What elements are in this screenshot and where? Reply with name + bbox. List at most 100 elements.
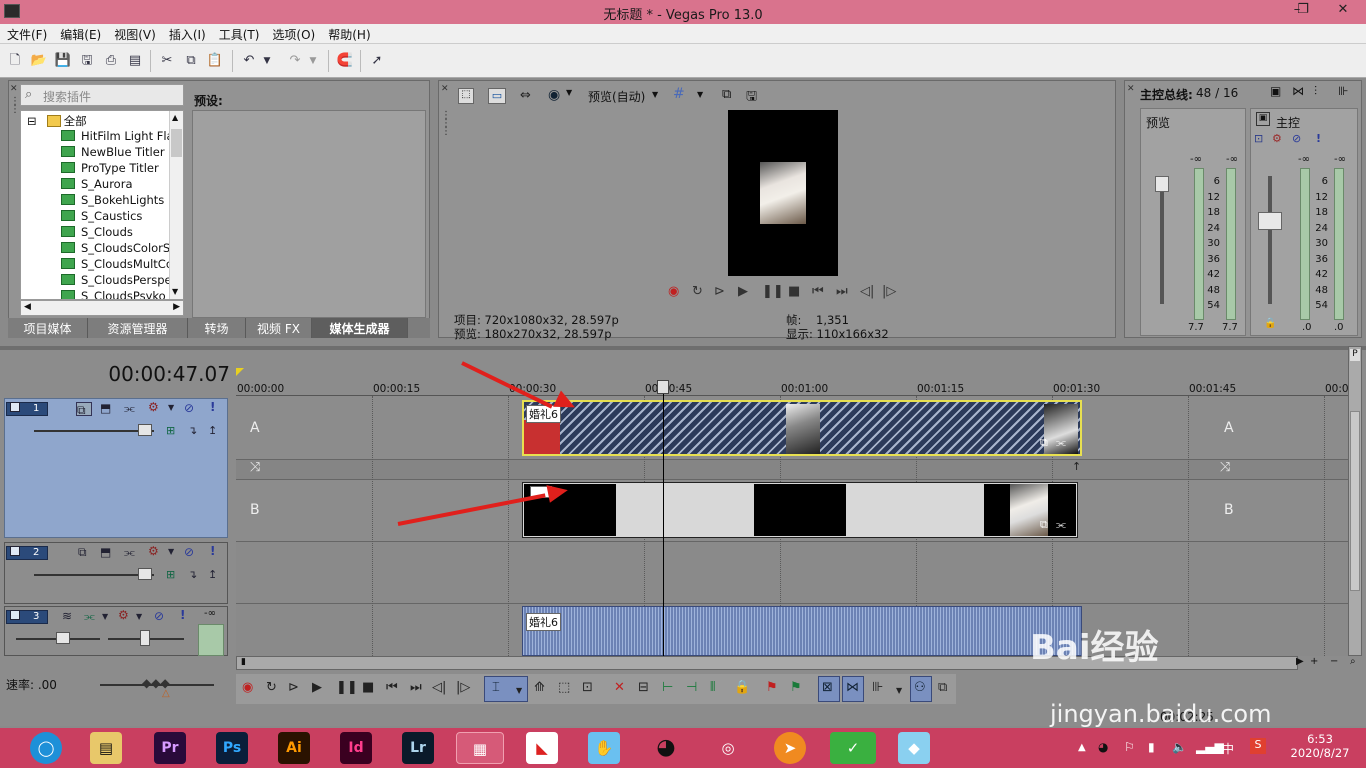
gear-icon[interactable]: ⚙ bbox=[1272, 132, 1282, 145]
clip-fx-icon[interactable]: ⫘ bbox=[1056, 436, 1066, 450]
play-from-start-icon[interactable]: ⊳ bbox=[288, 680, 299, 695]
composite-mode-icon[interactable]: ⧉ bbox=[76, 402, 92, 417]
envelope-tool-icon[interactable]: ⟰ bbox=[534, 680, 545, 695]
panel-close-icon[interactable]: ✕ bbox=[1127, 84, 1135, 94]
volume-slider-knob[interactable] bbox=[56, 632, 70, 644]
menu-insert[interactable]: 插入(I) bbox=[162, 24, 212, 43]
mute-icon[interactable]: ⊘ bbox=[154, 609, 164, 623]
new-file-icon[interactable]: 🗋 bbox=[6, 52, 24, 70]
scroll-thumb[interactable] bbox=[171, 129, 182, 157]
audio-clip[interactable] bbox=[522, 606, 1082, 656]
open-folder-icon[interactable]: 📂 bbox=[30, 52, 48, 70]
tray-network-icon[interactable]: ▂▄▆ bbox=[1196, 740, 1224, 754]
app-icon[interactable]: ➤ bbox=[774, 732, 806, 764]
indesign-icon[interactable]: Id bbox=[340, 732, 372, 764]
marker-icon[interactable]: ⚑ bbox=[766, 680, 778, 695]
downmix-icon[interactable]: ⋈ bbox=[1292, 84, 1304, 98]
master-properties-icon[interactable]: ▣ bbox=[1256, 112, 1270, 126]
mixer-settings-icon[interactable]: ⊪ bbox=[1338, 84, 1348, 98]
tray-expand-icon[interactable]: ▲ bbox=[1078, 742, 1086, 753]
redo-icon[interactable]: ↷ bbox=[286, 52, 304, 70]
track-fx-icon[interactable]: ⫘ bbox=[124, 401, 135, 416]
sogou-ime-icon[interactable]: S bbox=[1250, 738, 1266, 754]
track-collapse-icon[interactable] bbox=[10, 546, 20, 556]
tree-item[interactable]: S_CloudsColorS bbox=[61, 241, 170, 257]
preview-quality-icon[interactable]: ◉ bbox=[548, 87, 560, 103]
track-collapse-icon[interactable] bbox=[10, 610, 20, 620]
app-icon[interactable]: ◣ bbox=[526, 732, 558, 764]
next-frame-icon[interactable]: |▷ bbox=[882, 284, 896, 299]
panel-splitter[interactable] bbox=[0, 346, 1366, 350]
trim-icon[interactable]: ⊟ bbox=[638, 680, 649, 695]
chrome-icon[interactable]: ◎ bbox=[712, 732, 744, 764]
go-to-start-icon[interactable]: ⏮ bbox=[386, 680, 398, 695]
scroll-right-icon[interactable]: ▶ bbox=[1296, 656, 1304, 667]
loop-region-marker-icon[interactable] bbox=[236, 368, 244, 376]
scroll-left-icon[interactable]: ▮ bbox=[241, 657, 246, 667]
timeline-vertical-scrollbar[interactable]: P bbox=[1348, 346, 1362, 656]
tab-explorer[interactable]: 资源管理器 bbox=[88, 318, 188, 338]
go-to-end-icon[interactable]: ⏭ bbox=[410, 680, 422, 695]
playhead-handle[interactable] bbox=[657, 380, 669, 394]
tree-item[interactable]: S_CloudsPsyko bbox=[61, 289, 166, 299]
scroll-left-icon[interactable]: ◀ bbox=[24, 302, 31, 312]
mute-icon[interactable]: ⊘ bbox=[184, 545, 194, 559]
help-pointer-icon[interactable]: ➚ bbox=[368, 52, 386, 70]
delete-icon[interactable]: ✕ bbox=[614, 680, 625, 695]
tree-item[interactable]: S_CloudsPerspe bbox=[61, 273, 172, 289]
zoom-tool-icon[interactable]: ⊡ bbox=[582, 680, 593, 695]
make-compositing-parent-icon[interactable]: ↥ bbox=[208, 568, 217, 581]
previous-frame-icon[interactable]: ◁| bbox=[860, 284, 874, 299]
record-icon[interactable]: ◉ bbox=[668, 284, 679, 299]
premiere-icon[interactable]: Pr bbox=[154, 732, 186, 764]
mute-icon[interactable]: ⊘ bbox=[184, 401, 194, 415]
zoom-panel-icon[interactable]: P bbox=[1350, 349, 1360, 361]
zoom-out-icon[interactable]: − bbox=[1330, 656, 1338, 667]
ime-indicator[interactable]: 中 bbox=[1222, 740, 1234, 757]
photoshop-icon[interactable]: Ps bbox=[216, 732, 248, 764]
compositing-child-icon[interactable]: ⊞ bbox=[166, 424, 175, 437]
make-compositing-child-icon[interactable]: ↴ bbox=[188, 424, 197, 437]
app-icon[interactable]: ◆ bbox=[898, 732, 930, 764]
stop-icon[interactable]: ■ bbox=[362, 680, 374, 695]
mixer-properties-icon[interactable]: ▣ bbox=[1270, 84, 1281, 98]
chevron-down-icon[interactable]: ▼ bbox=[896, 686, 902, 695]
expand-lanes-icon[interactable]: ⤨ bbox=[250, 460, 260, 475]
zoom-in-icon[interactable]: + bbox=[1310, 656, 1318, 667]
search-plugins-input[interactable]: ⌕ 搜索插件 bbox=[20, 84, 184, 106]
compositing-child-icon[interactable]: ⊞ bbox=[166, 568, 175, 581]
trim-start-icon[interactable]: ⊢ bbox=[662, 680, 673, 695]
tree-root-all[interactable]: ⊟ 全部 bbox=[27, 113, 87, 129]
external-monitor-icon[interactable]: ▭ bbox=[488, 88, 506, 104]
tree-item[interactable]: S_CloudsMultCo bbox=[61, 257, 173, 273]
pan-crop-icon[interactable]: ⧉ bbox=[1040, 518, 1048, 532]
chevron-down-icon[interactable]: ▼ bbox=[516, 686, 522, 695]
panel-grip-icon[interactable]: ⋮ ⋮ ⋮ bbox=[441, 111, 451, 137]
system-clock[interactable]: 6:53 2020/8/27 bbox=[1280, 732, 1360, 760]
track-header-1[interactable] bbox=[4, 398, 228, 538]
enable-snapping-icon[interactable]: 🧲 bbox=[336, 52, 354, 70]
start-button[interactable]: ◯ bbox=[30, 732, 62, 764]
qq-icon[interactable]: ◕ bbox=[650, 732, 682, 764]
menu-view[interactable]: 视图(V) bbox=[107, 24, 162, 43]
properties-icon[interactable]: ▤ bbox=[126, 52, 144, 70]
lightroom-icon[interactable]: Lr bbox=[402, 732, 434, 764]
region-icon[interactable]: ⚑ bbox=[790, 680, 802, 695]
lock-faders-icon[interactable]: ⫶ bbox=[1314, 84, 1317, 99]
tray-battery-icon[interactable]: ▮ bbox=[1148, 740, 1155, 754]
make-compositing-parent-icon[interactable]: ↥ bbox=[208, 424, 217, 437]
solo-icon[interactable]: ! bbox=[210, 400, 215, 414]
close-button[interactable]: ✕ bbox=[1330, 2, 1356, 20]
panel-grip-icon[interactable]: ⋮ ⋮ bbox=[10, 97, 20, 115]
menu-options[interactable]: 选项(O) bbox=[265, 24, 321, 43]
loop-playback-icon[interactable]: ↻ bbox=[692, 284, 703, 299]
make-compositing-child-icon[interactable]: ↴ bbox=[188, 568, 197, 581]
play-icon[interactable]: ▶ bbox=[312, 680, 322, 695]
tab-media-generators[interactable]: 媒体生成器 bbox=[312, 318, 408, 338]
cut-icon[interactable]: ✂ bbox=[158, 52, 176, 70]
file-explorer-icon[interactable]: ▤ bbox=[90, 732, 122, 764]
opacity-slider-knob[interactable] bbox=[138, 568, 152, 580]
menu-tools[interactable]: 工具(T) bbox=[212, 24, 266, 43]
record-arm-icon[interactable]: ≋ bbox=[62, 609, 72, 623]
preset-list[interactable] bbox=[192, 110, 426, 318]
